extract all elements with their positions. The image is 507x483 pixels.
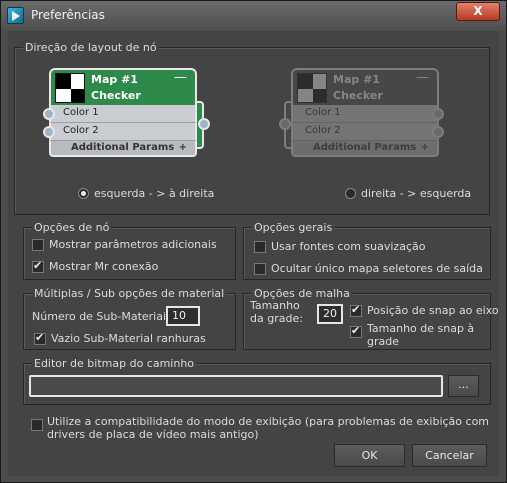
bitmap-editor-path-input[interactable] <box>29 375 443 397</box>
output-socket-icon <box>279 118 291 130</box>
show-mr-checkbox[interactable] <box>32 259 44 273</box>
snap-size-label[interactable]: Tamanho de snap à grade <box>367 322 487 348</box>
input-label: Color 1 <box>63 107 99 118</box>
preferences-dialog: Preferências X Direção de layout de nó M… <box>0 0 507 483</box>
browse-button[interactable]: ... <box>448 375 479 397</box>
show-params-label[interactable]: Mostrar parâmetros adicionais <box>49 238 217 251</box>
layout-left-to-right-radio[interactable] <box>78 188 89 199</box>
node-input-row: Color 1 <box>291 105 439 123</box>
window-title: Preferências <box>31 8 105 22</box>
smooth-fonts-label[interactable]: Usar fontes com suavização <box>271 240 425 253</box>
node-header: Map #1 Checker — <box>291 68 439 105</box>
node-options-legend: Opções de nó <box>32 221 112 234</box>
empty-slots-label[interactable]: Vazio Sub-Material ranhuras <box>51 332 206 345</box>
output-socket-icon <box>198 118 210 130</box>
node-header: Map #1 Checker — <box>49 68 197 105</box>
input-socket-icon <box>432 126 444 138</box>
input-label: Color 2 <box>63 125 99 136</box>
app-icon <box>7 7 24 24</box>
cancel-button[interactable]: Cancelar <box>412 444 487 467</box>
hide-single-output-checkbox[interactable] <box>254 263 266 275</box>
sub-material-count-field[interactable]: 10 <box>166 306 200 326</box>
multi-sub-legend: Múltiplas / Sub opções de material <box>32 287 227 300</box>
expand-icon: + <box>420 142 429 153</box>
checker-thumbnail-icon <box>55 73 85 103</box>
sub-material-count-label: Número de Sub-Materiais: <box>32 310 176 323</box>
general-options-legend: Opções gerais <box>252 221 335 234</box>
smooth-fonts-checkbox[interactable] <box>254 241 266 253</box>
dialog-content: Direção de layout de nó Map #1 Checker —… <box>8 31 499 476</box>
show-mr-label[interactable]: Mostrar Mr conexão <box>49 260 158 273</box>
input-socket-icon <box>43 108 55 120</box>
collapse-icon: — <box>174 70 187 85</box>
layout-direction-group: Direção de layout de nó Map #1 Checker —… <box>14 41 490 215</box>
node-subtitle: Checker <box>333 89 383 102</box>
snap-position-checkbox[interactable] <box>350 303 362 317</box>
input-socket-icon <box>43 126 55 138</box>
show-params-checkbox[interactable] <box>32 239 44 251</box>
snap-position-label[interactable]: Posição de snap ao eixo <box>367 304 499 317</box>
compat-mode-label[interactable]: Utilize a compatibilidade do modo de exi… <box>47 415 495 441</box>
node-preview-left: Map #1 Checker — Color 1 Color 2 Additio… <box>43 68 210 164</box>
node-title: Map #1 <box>333 73 380 86</box>
node-title: Map #1 <box>91 73 138 86</box>
footer-label: Additional Params <box>71 142 175 153</box>
snap-size-checkbox[interactable] <box>350 324 362 338</box>
close-button[interactable]: X <box>456 2 500 21</box>
node-options-group: Opções de nó Mostrar parâmetros adiciona… <box>23 221 236 280</box>
expand-icon: + <box>178 142 187 153</box>
hide-single-output-label[interactable]: Ocultar único mapa seletores de saída <box>271 262 483 275</box>
node-input-row: Color 2 <box>49 123 197 141</box>
input-label: Color 1 <box>305 107 341 118</box>
grid-size-label: Tamanho da grade: <box>250 299 303 325</box>
node-input-row: Color 2 <box>291 123 439 141</box>
layout-direction-legend: Direção de layout de nó <box>23 41 159 54</box>
node-input-row: Color 1 <box>49 105 197 123</box>
layout-right-to-left-radio[interactable] <box>345 188 356 199</box>
node-footer: Additional Params + <box>49 141 197 157</box>
node-subtitle: Checker <box>91 89 141 102</box>
multi-sub-options-group: Múltiplas / Sub opções de material Númer… <box>23 287 236 350</box>
compat-mode-checkbox[interactable] <box>31 419 43 431</box>
empty-slots-checkbox[interactable] <box>34 331 46 345</box>
node-preview-right: Map #1 Checker — Color 1 Color 2 Additio… <box>279 68 444 164</box>
input-socket-icon <box>432 108 444 120</box>
grid-options-group: Opções de malha Tamanho da grade: 20 Pos… <box>243 287 499 350</box>
title-bar[interactable]: Preferências X <box>1 1 506 31</box>
bitmap-editor-legend: Editor de bitmap do caminho <box>32 357 197 370</box>
layout-right-to-left-label[interactable]: direita - > esquerda <box>361 187 471 200</box>
node-footer: Additional Params + <box>291 141 439 157</box>
collapse-icon: — <box>416 70 429 85</box>
grid-size-field[interactable]: 20 <box>317 304 343 324</box>
footer-label: Additional Params <box>313 142 417 153</box>
general-options-group: Opções gerais Usar fontes com suavização… <box>243 221 491 280</box>
ok-button[interactable]: OK <box>334 444 405 467</box>
checker-thumbnail-icon <box>297 73 327 103</box>
layout-left-to-right-label[interactable]: esquerda - > à direita <box>94 187 214 200</box>
input-label: Color 2 <box>305 125 341 136</box>
